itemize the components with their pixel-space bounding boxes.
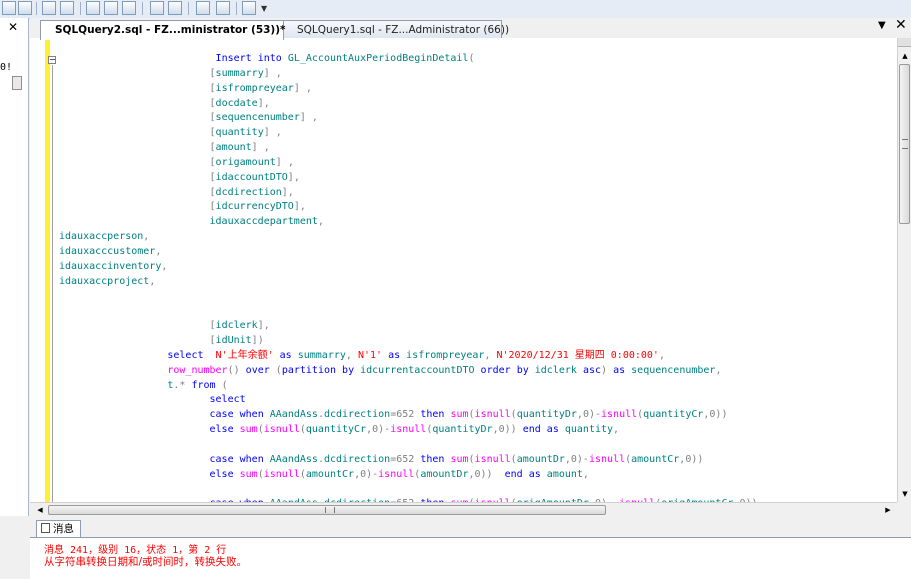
selection-margin [30,38,44,502]
results-pane: 消息 消息 241，级别 16，状态 1，第 2 行 从字符串转换日期和/或时间… [30,517,911,579]
specify-template-icon[interactable] [242,1,256,15]
code-line: idauxaccdepartment, [209,216,324,228]
splitter-handle[interactable] [898,38,911,47]
code-line: idauxaccperson, [59,231,150,243]
close-icon[interactable]: ✕ [8,20,18,34]
code-line: idauxaccinventory, [59,260,168,272]
toolbar-separator [188,2,189,15]
scroll-left-icon[interactable]: ◀ [34,503,46,517]
code-line: case when AAandAss.dcdirection=652 then … [209,453,704,465]
code-line: select [209,394,246,406]
object-explorer-panel: ✕ 0! [0,18,29,516]
include-plan-icon[interactable] [60,1,74,15]
code-line: case when AAandAss.dcdirection=652 then … [209,409,728,421]
code-line: Insert into GL_AccountAuxPeriodBeginDeta… [215,53,475,64]
query-editor[interactable]: − Insert into GL_AccountAuxPeriodBeginDe… [30,38,897,502]
decrease-indent-icon[interactable] [196,1,210,15]
vertical-scroll-thumb[interactable] [899,64,910,224]
toolbar-overflow-icon[interactable]: ▼ [261,4,267,13]
scroll-up-icon[interactable]: ▲ [899,50,911,62]
grid-icon[interactable] [2,1,16,15]
query-toolbar: ▼ [0,0,911,19]
show-plan-icon[interactable] [42,1,56,15]
toolbar-separator [236,2,237,15]
code-line: [origamount] , [209,156,294,168]
specify-values-icon[interactable] [122,1,136,15]
chevron-down-icon[interactable]: ▼ [878,20,886,31]
code-line: [isfrompreyear] , [209,82,312,94]
change-tracking-bar [45,38,50,502]
code-line: row_number() over (partition by idcurren… [167,364,722,376]
code-line: select N'上年余额' as summarry, N'1' as isfr… [167,349,665,361]
object-explorer-scrollbar[interactable] [12,76,22,90]
code-line: [quantity] , [209,127,282,139]
toolbar-separator [36,2,37,15]
code-line: [docdate], [209,97,270,109]
outline-line [52,65,53,502]
code-line: idauxacccustomer, [59,245,162,257]
results-to-text-icon[interactable] [18,1,32,15]
code-line: [amount] , [209,142,270,154]
scroll-down-icon[interactable]: ▼ [899,488,911,500]
collapse-icon[interactable]: − [48,56,56,64]
object-explorer-fragment: 0! [0,62,13,73]
messages-icon [41,523,50,533]
scroll-right-icon[interactable]: ▶ [882,503,894,517]
horizontal-scroll-thumb[interactable] [48,505,606,515]
code-line: [idcurrencyDTO], [209,201,306,213]
tab-sqlquery2[interactable]: SQLQuery2.sql - FZ...ministrator (53))* [40,20,286,40]
messages-body[interactable]: 消息 241，级别 16，状态 1，第 2 行 从字符串转换日期和/或时间时，转… [30,537,911,579]
code-line: [idclerk], [209,320,270,332]
tab-messages[interactable]: 消息 [36,520,81,538]
code-line: else sum(isnull(quantityCr,0)-isnull(qua… [209,424,620,436]
code-line: [idUnit]) [209,335,264,347]
document-tabs: SQLQuery2.sql - FZ...ministrator (53))* … [30,17,911,40]
comment-icon[interactable] [150,1,164,15]
code-line: idauxaccproject, [59,275,156,287]
code-line: else sum(isnull(amountCr,0)-isnull(amoun… [209,468,589,480]
sql-code[interactable]: Insert into GL_AccountAuxPeriodBeginDeta… [59,52,758,502]
client-stats-icon[interactable] [104,1,118,15]
uncomment-icon[interactable] [168,1,182,15]
code-line: [dcdirection], [209,186,294,198]
vertical-scrollbar[interactable]: ▲ ▼ [897,38,911,502]
error-message-text: 从字符串转换日期和/或时间时，转换失败。 [44,556,248,568]
horizontal-scrollbar[interactable]: ◀ ▶ [30,502,897,517]
tab-sqlquery1[interactable]: SQLQuery1.sql - FZ...Administrator (66)) [282,20,509,38]
toolbar-separator [142,2,143,15]
code-line: [idaccountDTO], [209,171,300,183]
results-to-file-icon[interactable] [86,1,100,15]
code-line: [summarry] , [209,67,282,79]
increase-indent-icon[interactable] [216,1,230,15]
code-line: [sequencenumber] , [209,112,318,124]
toolbar-separator [80,2,81,15]
messages-tab-label: 消息 [53,523,74,535]
code-line: t.* from ( [167,379,228,391]
close-icon[interactable]: ✕ [895,17,907,33]
